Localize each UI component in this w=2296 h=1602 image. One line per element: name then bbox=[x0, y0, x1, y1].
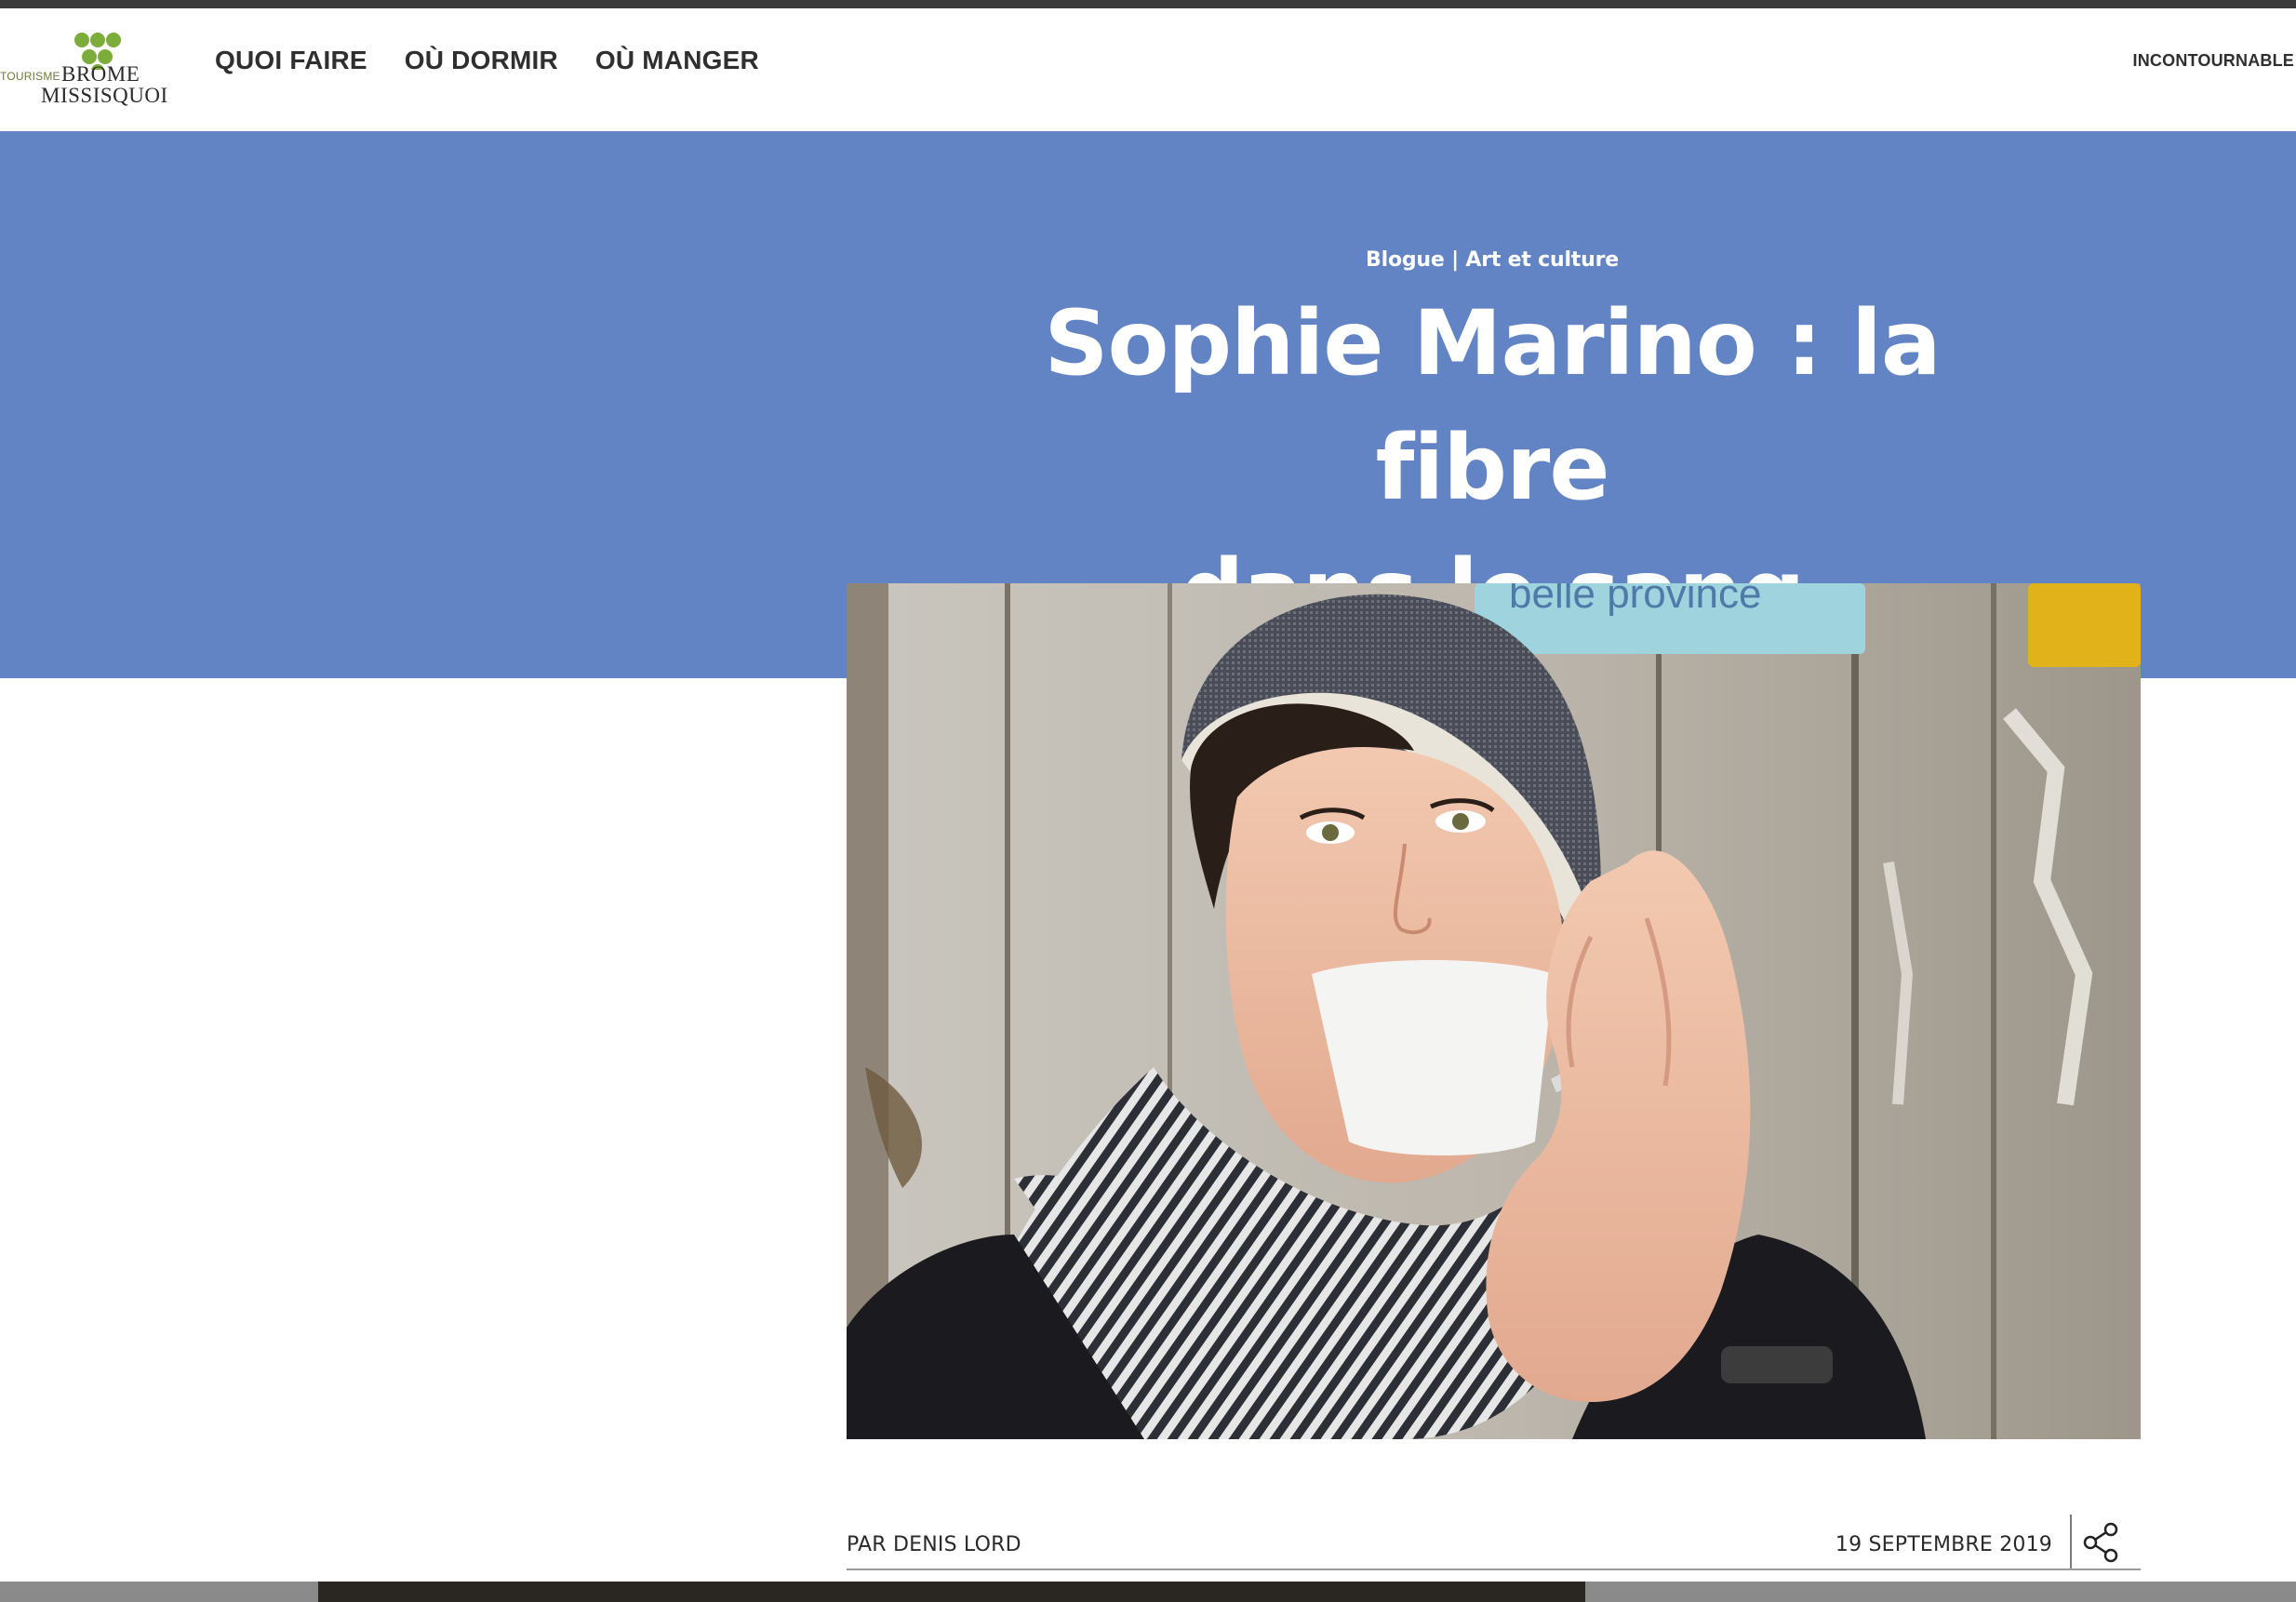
article-byline: PAR DENIS LORD 19 SEPTEMBRE 2019 bbox=[847, 1515, 2141, 1570]
main-nav: QUOI FAIRE OÙ DORMIR OÙ MANGER bbox=[215, 46, 759, 75]
top-strip bbox=[0, 0, 2296, 8]
breadcrumb-category-link[interactable]: Art et culture bbox=[1465, 248, 1619, 272]
page: TOURISME BROME MISSISQUOI QUOI FAIRE OÙ … bbox=[0, 0, 2296, 1602]
title-line-1: Sophie Marino : la fibre bbox=[1044, 291, 1941, 520]
logo-tourisme-text: TOURISME bbox=[0, 70, 60, 83]
site-header: TOURISME BROME MISSISQUOI QUOI FAIRE OÙ … bbox=[0, 8, 2296, 131]
nav-item-ou-manger[interactable]: OÙ MANGER bbox=[595, 46, 759, 75]
publish-date: 19 SEPTEMBRE 2019 bbox=[1835, 1533, 2052, 1556]
breadcrumb: Blogue | Art et culture bbox=[1366, 248, 1619, 272]
nav-item-incontournable[interactable]: INCONTOURNABLE bbox=[2133, 51, 2294, 71]
site-logo[interactable]: TOURISME BROME MISSISQUOI bbox=[0, 21, 172, 110]
photo-sign-text: belle province bbox=[1509, 583, 1762, 617]
logo-missisquoi-text: MISSISQUOI bbox=[41, 84, 168, 107]
share-icon bbox=[2083, 1522, 2118, 1563]
breadcrumb-blogue-link[interactable]: Blogue bbox=[1366, 248, 1445, 272]
article-hero-photo: belle province bbox=[847, 583, 2141, 1439]
nav-item-quoi-faire[interactable]: QUOI FAIRE bbox=[215, 46, 367, 75]
nav-item-ou-dormir[interactable]: OÙ DORMIR bbox=[405, 46, 558, 75]
next-image-peek bbox=[318, 1582, 1585, 1602]
author-name: PAR DENIS LORD bbox=[847, 1533, 1021, 1556]
portrait-illustration: belle province bbox=[847, 583, 2141, 1439]
breadcrumb-separator: | bbox=[1451, 248, 1459, 272]
share-button[interactable] bbox=[2079, 1520, 2124, 1565]
share-divider bbox=[2070, 1515, 2072, 1569]
